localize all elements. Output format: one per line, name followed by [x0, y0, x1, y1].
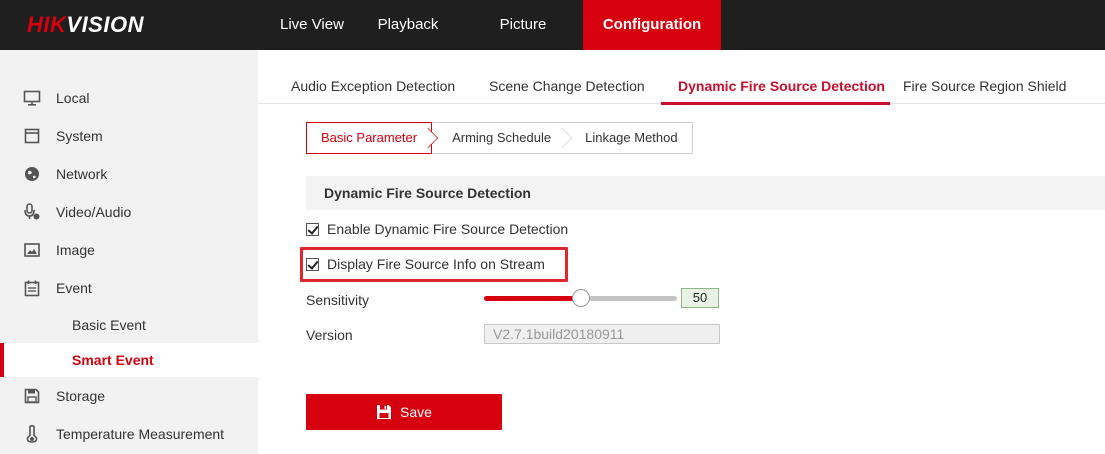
enable-detection-label: Enable Dynamic Fire Source Detection: [327, 221, 569, 237]
top-bar: HIK VISION Live View Playback Picture Con…: [0, 0, 1105, 50]
sensitivity-value[interactable]: 50: [681, 288, 719, 308]
sidebar-item-label: Local: [56, 90, 90, 106]
sidebar-item-label: Temperature Measurement: [56, 426, 225, 442]
subtab-basic-parameter[interactable]: Basic Parameter: [306, 122, 439, 154]
save-button-label: Save: [400, 404, 432, 420]
sidebar-item-label: Image: [56, 242, 95, 258]
calendar-icon: [22, 278, 42, 298]
subtab-label: Linkage Method: [585, 130, 678, 145]
display-info-checkbox[interactable]: [306, 257, 319, 271]
display-info-row[interactable]: Display Fire Source Info on Stream: [306, 253, 545, 275]
sidebar-item-temperature-measurement[interactable]: Temperature Measurement: [0, 416, 258, 452]
subtab-arming-schedule[interactable]: Arming Schedule: [432, 123, 573, 153]
sidebar-subitem-smart-event[interactable]: Smart Event: [0, 343, 258, 377]
tab-scene-change-detection[interactable]: Scene Change Detection: [489, 78, 645, 94]
hikvision-logo: HIK VISION: [27, 10, 144, 40]
microphone-icon: [22, 202, 42, 222]
sensitivity-label: Sensitivity: [306, 292, 370, 308]
sidebar-item-system[interactable]: System: [0, 118, 258, 154]
sidebar-item-label: Video/Audio: [56, 204, 132, 220]
sidebar-item-label: Storage: [56, 388, 106, 404]
thermometer-icon: [22, 424, 42, 444]
nav-picture[interactable]: Picture: [463, 0, 583, 50]
sidebar-item-network[interactable]: Network: [0, 156, 258, 192]
nav-configuration[interactable]: Configuration: [583, 0, 721, 50]
subtab-linkage-method[interactable]: Linkage Method: [565, 123, 692, 153]
main-content: Audio Exception Detection Scene Change D…: [258, 50, 1105, 454]
subtab-label: Basic Parameter: [321, 130, 418, 145]
top-nav: Live View Playback Picture Configuration: [265, 0, 721, 50]
tab-dynamic-fire-source-detection[interactable]: Dynamic Fire Source Detection: [678, 78, 885, 94]
sidebar-item-label: Network: [56, 166, 108, 182]
tab-audio-exception-detection[interactable]: Audio Exception Detection: [291, 78, 455, 94]
sidebar-item-event[interactable]: Event: [0, 270, 258, 306]
sidebar-item-local[interactable]: Local: [0, 80, 258, 116]
display-info-label: Display Fire Source Info on Stream: [327, 256, 545, 272]
sidebar-subitem-basic-event[interactable]: Basic Event: [0, 308, 258, 342]
active-tab-underline: [661, 102, 890, 105]
version-field: V2.7.1build20180911: [484, 324, 720, 344]
sidebar-item-image[interactable]: Image: [0, 232, 258, 268]
system-icon: [22, 126, 42, 146]
logo-part-vision: VISION: [66, 12, 144, 37]
subtab-label: Arming Schedule: [452, 130, 552, 145]
image-icon: [22, 240, 42, 260]
section-title: Dynamic Fire Source Detection: [324, 185, 531, 201]
floppy-icon: [22, 386, 42, 406]
save-icon: [376, 404, 392, 420]
sidebar-item-label: Event: [56, 280, 92, 296]
logo-part-hik: HIK: [27, 12, 67, 37]
section-header: Dynamic Fire Source Detection: [306, 176, 1105, 210]
sensitivity-slider-fill: [484, 296, 581, 301]
sidebar-item-storage[interactable]: Storage: [0, 378, 258, 414]
nav-playback[interactable]: Playback: [353, 0, 463, 50]
enable-detection-row[interactable]: Enable Dynamic Fire Source Detection: [306, 218, 568, 240]
globe-icon: [22, 164, 42, 184]
enable-detection-checkbox[interactable]: [306, 222, 319, 236]
save-button[interactable]: Save: [306, 394, 502, 430]
sidebar-item-video-audio[interactable]: Video/Audio: [0, 194, 258, 230]
nav-live-view[interactable]: Live View: [265, 0, 353, 50]
sensitivity-slider[interactable]: [484, 289, 677, 307]
parameter-subtabs: Basic Parameter Arming Schedule Linkage …: [306, 122, 693, 154]
sidebar-item-label: System: [56, 128, 103, 144]
sensitivity-slider-thumb[interactable]: [571, 289, 590, 307]
detection-tabs: Audio Exception Detection Scene Change D…: [258, 50, 1105, 105]
tab-fire-source-region-shield[interactable]: Fire Source Region Shield: [903, 78, 1066, 94]
sidebar: Local System Network Video/Audio Image E…: [0, 50, 258, 454]
version-label: Version: [306, 327, 353, 343]
monitor-icon: [22, 88, 42, 108]
